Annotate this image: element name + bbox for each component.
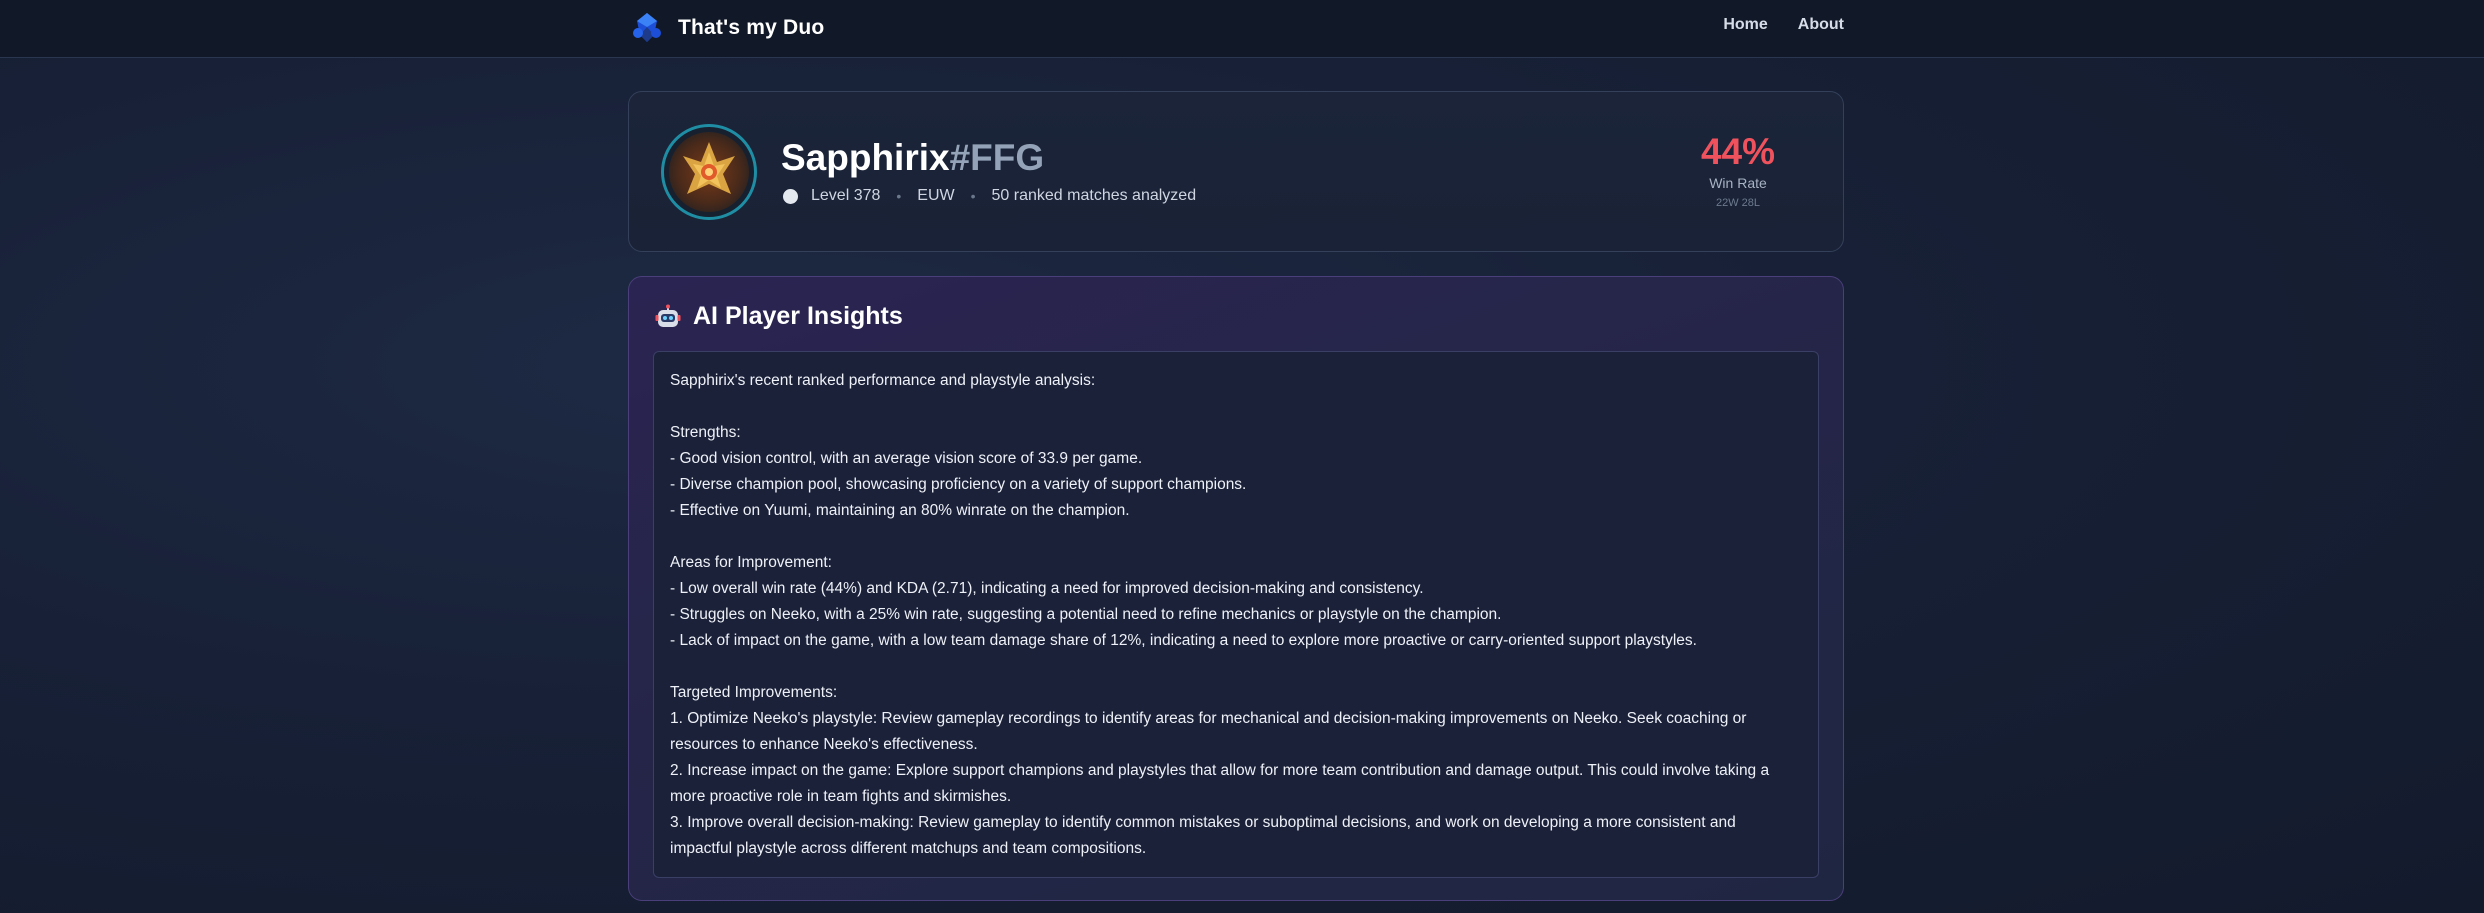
matches-analyzed: 50 ranked matches analyzed [991, 187, 1197, 204]
insights-analysis-text: Sapphirix's recent ranked performance an… [670, 372, 1770, 857]
win-rate-value: 44% [1700, 131, 1776, 172]
brand[interactable]: That's my Duo [630, 10, 824, 46]
player-region: EUW [917, 187, 955, 204]
win-rate-label: Win Rate [1709, 175, 1767, 191]
level-icon [783, 188, 798, 204]
insights-title: AI Player Insights [693, 302, 903, 330]
insights-header: AI Player Insights [655, 302, 903, 331]
player-name: Sapphirix#FFG [781, 136, 1044, 180]
player-tag: #FFG [949, 137, 1045, 178]
robot-icon [655, 304, 681, 327]
blue-crystal-logo-icon [633, 13, 661, 42]
player-game-name: Sapphirix [781, 137, 950, 178]
insights-content: Sapphirix's recent ranked performance an… [653, 351, 1819, 878]
profile-emblem-icon [669, 132, 749, 212]
top-navbar: That's my Duo Home About [0, 0, 2484, 58]
app-title: That's my Duo [678, 16, 825, 39]
player-level: Level 378 [811, 187, 881, 204]
player-profile-card: Sapphirix#FFG Level 378 • EUW • 50 ranke… [628, 91, 1844, 252]
avatar [661, 124, 757, 220]
win-loss-record: 22W 28L [1715, 197, 1761, 209]
main-nav: Home About [1700, 16, 1844, 34]
nav-about-link[interactable]: About [1798, 16, 1844, 34]
separator-dot: • [896, 188, 902, 204]
ai-insights-card: AI Player Insights Sapphirix's recent ra… [628, 276, 1844, 901]
separator-dot: • [970, 188, 976, 204]
nav-home-link[interactable]: Home [1723, 16, 1767, 34]
win-rate-stat: 44% Win Rate 22W 28L [1693, 131, 1783, 210]
player-meta: Level 378 • EUW • 50 ranked matches anal… [783, 187, 1196, 205]
